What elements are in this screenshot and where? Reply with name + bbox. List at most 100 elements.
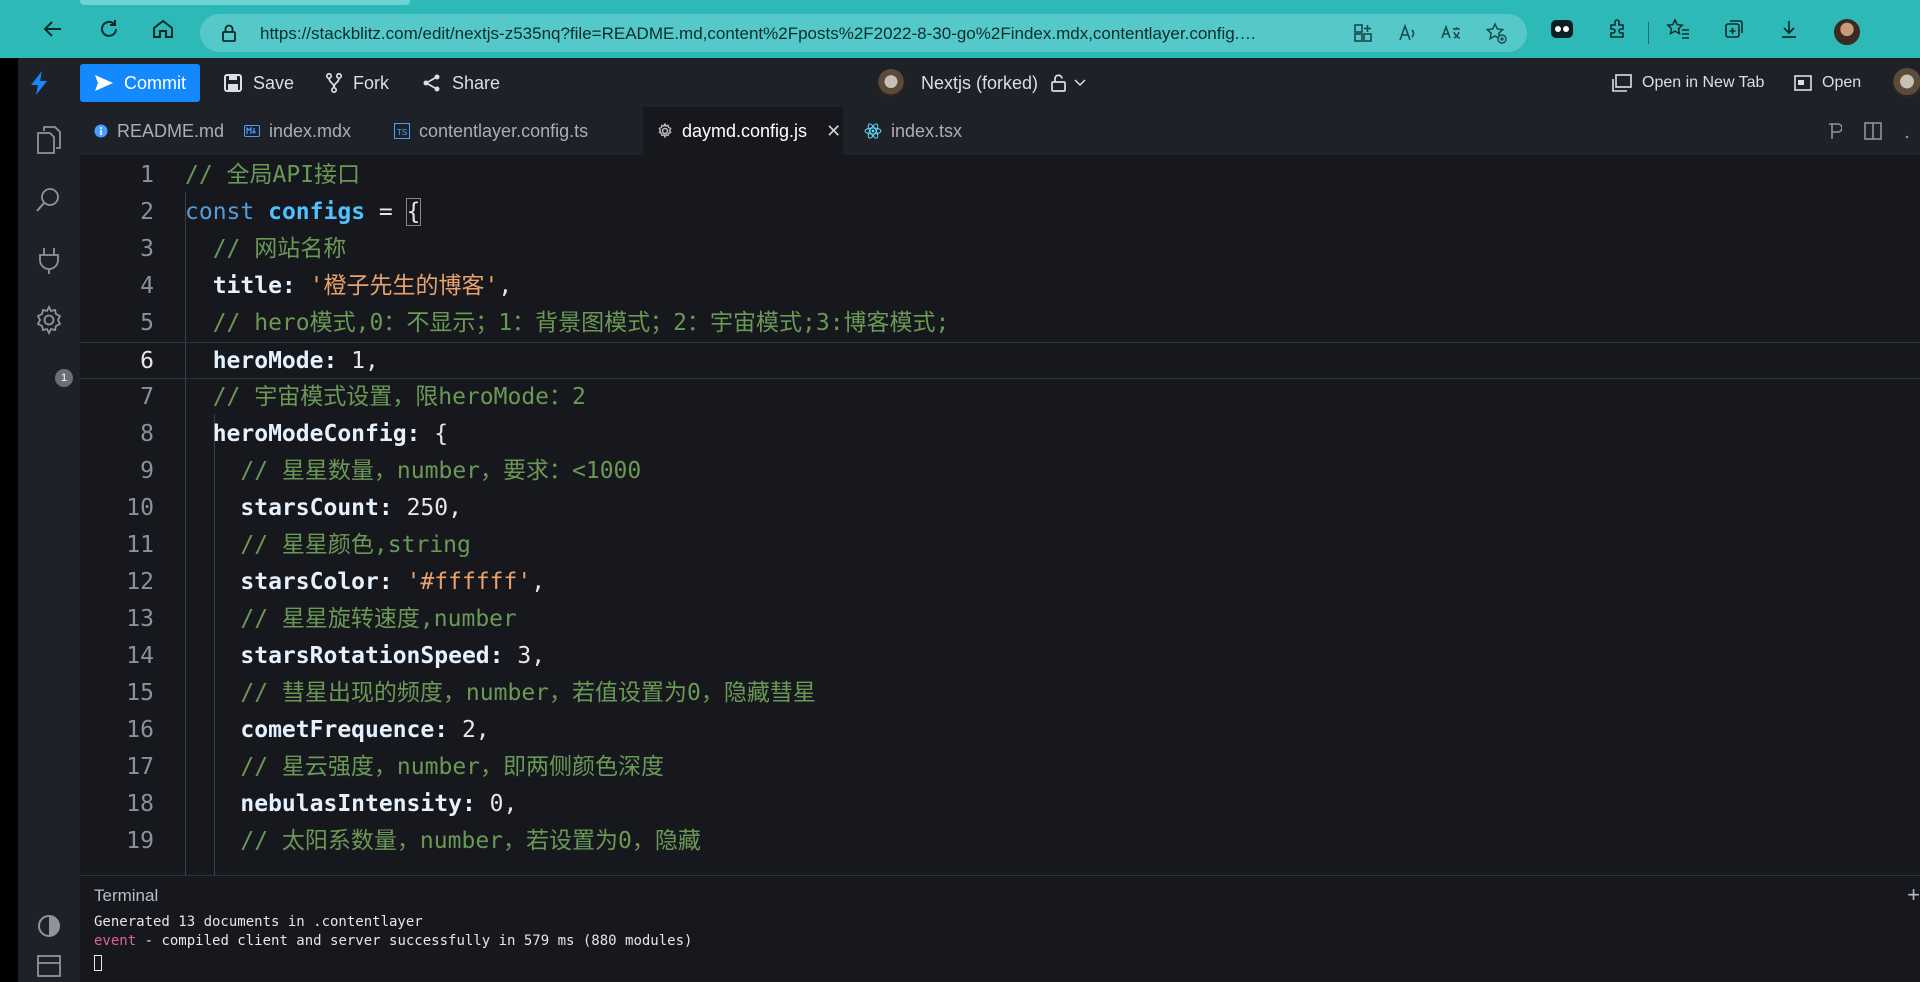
code-line[interactable]: 13 // 星星旋转速度,number <box>80 601 1920 638</box>
code-line[interactable]: 16 cometFrequence: 2, <box>80 712 1920 749</box>
code-line[interactable]: 12 starsColor: '#ffffff', <box>80 564 1920 601</box>
project-menu[interactable]: Nextjs (forked) <box>877 64 1086 102</box>
plugin-icon[interactable] <box>30 241 68 279</box>
save-label: Save <box>253 72 295 93</box>
typescript-icon: TS <box>394 123 410 139</box>
theme-toggle-icon[interactable] <box>30 907 68 945</box>
code-line[interactable]: 5 // hero模式,0：不显示；1：背景图模式；2：宇宙模式;3:博客模式; <box>80 305 1920 342</box>
code-line[interactable]: 4 title: '橙子先生的博客', <box>80 268 1920 305</box>
tab-readme[interactable]: README.md <box>80 107 230 155</box>
commit-button[interactable]: Commit <box>80 64 200 102</box>
code-token: starsColor: <box>185 569 393 595</box>
unlock-icon <box>1051 74 1066 92</box>
code-token: cometFrequence: <box>185 717 449 743</box>
code-token: // 网站名称 <box>185 236 347 262</box>
tab-label: daymd.config.js <box>682 120 808 141</box>
close-icon[interactable]: ✕ <box>826 121 841 142</box>
code-line[interactable]: 10 starsCount: 250, <box>80 490 1920 527</box>
code-line[interactable]: 18 nebulasIntensity: 0, <box>80 786 1920 823</box>
terminal-title: Terminal <box>94 886 159 905</box>
translate-icon[interactable] <box>1440 22 1462 44</box>
code-line[interactable]: 1 // 全局API接口 <box>80 157 1920 194</box>
code-token: configs <box>268 199 366 225</box>
user-avatar[interactable] <box>1892 68 1920 98</box>
home-icon[interactable] <box>148 14 178 44</box>
panel-toggle-icon[interactable] <box>30 947 68 982</box>
share-button[interactable]: Share <box>408 64 514 102</box>
activity-bar: 1 <box>18 107 80 982</box>
open-new-tab-button[interactable]: Open in New Tab <box>1598 64 1778 102</box>
code-token: , <box>498 273 513 299</box>
code-line[interactable]: 8 heroModeConfig: { <box>80 416 1920 453</box>
line-code: heroMode: 1, <box>185 343 379 380</box>
code-line[interactable]: 19 // 太阳系数量，number，若设置为0，隐藏 <box>80 823 1920 860</box>
editor-header: Commit Save Fork Share Nextjs (forked) O… <box>0 58 1920 107</box>
tab-index-mdx[interactable]: index.mdx <box>230 107 380 155</box>
extensions-puzzle-icon[interactable] <box>1606 17 1630 41</box>
add-terminal-icon[interactable]: + <box>1907 882 1920 908</box>
project-name: Nextjs (forked) <box>921 72 1039 93</box>
code-line[interactable]: 6 heroMode: 1, <box>80 342 1920 379</box>
files-icon[interactable] <box>30 121 68 159</box>
app-available-icon[interactable] <box>1352 22 1374 44</box>
browser-tab-edge[interactable] <box>80 0 410 5</box>
preview-icon[interactable] <box>1828 122 1842 140</box>
downloads-icon[interactable] <box>1777 17 1801 41</box>
line-code: // 星星旋转速度,number <box>185 601 517 638</box>
settings-icon[interactable] <box>30 301 68 339</box>
more-icon[interactable] <box>1904 122 1910 140</box>
svg-text:TS: TS <box>397 128 407 137</box>
code-line[interactable]: 3 // 网站名称 <box>80 231 1920 268</box>
code-line[interactable]: 7 // 宇宙模式设置，限heroMode：2 <box>80 379 1920 416</box>
line-number: 12 <box>126 569 154 595</box>
search-icon[interactable] <box>30 181 68 219</box>
code-token: starsRotationSpeed: <box>185 643 504 669</box>
line-number: 2 <box>140 199 154 225</box>
code-line[interactable]: 11 // 星星颜色,string <box>80 527 1920 564</box>
tab-actions <box>1828 107 1920 155</box>
code-line[interactable]: 9 // 星星数量，number，要求：<1000 <box>80 453 1920 490</box>
code-token: // 全局API接口 <box>185 162 361 188</box>
terminal-line: Generated 13 documents in .contentlayer <box>94 914 423 930</box>
tab-daymd-config[interactable]: daymd.config.js ✕ <box>643 107 843 155</box>
code-line[interactable]: 14 starsRotationSpeed: 3, <box>80 638 1920 675</box>
add-favorite-icon[interactable] <box>1485 22 1507 44</box>
code-token: { <box>420 421 449 447</box>
tab-contentlayer-config[interactable]: TS contentlayer.config.ts <box>380 107 640 155</box>
code-line[interactable]: 15 // 彗星出现的频度，number，若值设置为0，隐藏彗星 <box>80 675 1920 712</box>
tab-index-tsx[interactable]: index.tsx <box>850 107 980 155</box>
collections-icon[interactable] <box>1722 17 1746 41</box>
extension-icon[interactable] <box>1550 17 1574 41</box>
code-line[interactable]: 2 const configs = { <box>80 194 1920 231</box>
line-number: 6 <box>140 348 154 374</box>
refresh-icon[interactable] <box>94 14 124 44</box>
line-code: const configs = { <box>185 194 422 231</box>
line-number: 7 <box>140 384 154 410</box>
terminal-panel[interactable]: Terminal + Generated 13 documents in .co… <box>80 875 1920 982</box>
line-number: 18 <box>126 791 154 817</box>
address-bar[interactable]: https://stackblitz.com/edit/nextjs-z535n… <box>200 14 1527 52</box>
save-button[interactable]: Save <box>209 64 308 102</box>
open-button[interactable]: Open <box>1780 64 1875 102</box>
line-number: 8 <box>140 421 154 447</box>
fork-button[interactable]: Fork <box>311 64 403 102</box>
profile-avatar[interactable] <box>1832 17 1862 47</box>
line-code: // 星星颜色,string <box>185 527 471 564</box>
code-token: 1, <box>337 348 379 374</box>
share-icon <box>423 74 440 92</box>
code-token: title: <box>185 273 296 299</box>
line-number: 10 <box>126 495 154 521</box>
code-token: nebulasIntensity: <box>185 791 476 817</box>
back-icon[interactable] <box>38 14 68 44</box>
favorites-icon[interactable] <box>1666 17 1690 41</box>
code-editor[interactable]: 1// 全局API接口 2 const configs = {3 // 网站名称 4 … <box>80 155 1920 875</box>
window-edge <box>0 58 18 982</box>
url-text[interactable]: https://stackblitz.com/edit/nextjs-z535n… <box>260 24 1260 44</box>
split-editor-icon[interactable] <box>1864 122 1882 140</box>
code-line[interactable]: 17 // 星云强度，number，即两侧颜色深度 <box>80 749 1920 786</box>
code-token: // 星星颜色,string <box>185 532 471 558</box>
code-token: '#ffffff' <box>406 569 532 595</box>
lock-icon[interactable] <box>220 23 238 48</box>
read-aloud-icon[interactable] <box>1396 22 1418 44</box>
